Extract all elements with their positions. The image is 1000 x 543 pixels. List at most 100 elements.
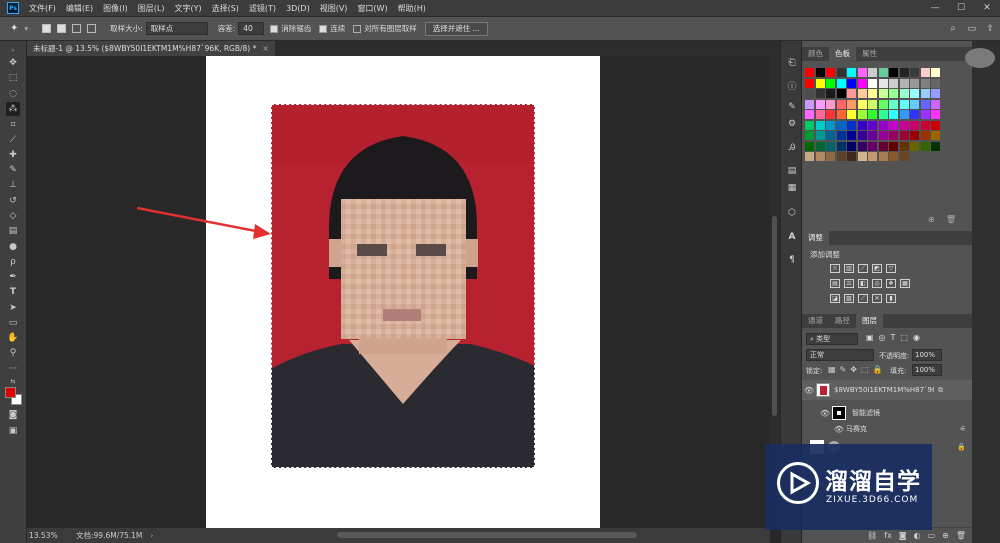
swatch[interactable] bbox=[815, 68, 825, 77]
swatch[interactable] bbox=[868, 99, 877, 109]
swatch[interactable] bbox=[836, 131, 846, 140]
zoom-icon[interactable]: ⚲ bbox=[6, 346, 20, 360]
swatch[interactable] bbox=[826, 78, 835, 88]
menu-filter[interactable]: 滤镜(T) bbox=[249, 3, 276, 14]
swatch[interactable] bbox=[889, 68, 898, 77]
swatch[interactable] bbox=[847, 99, 856, 109]
gradient-map-icon[interactable]: ▮ bbox=[886, 294, 896, 303]
black-white-icon[interactable]: ◧ bbox=[858, 279, 868, 288]
swatch[interactable] bbox=[899, 89, 909, 98]
swatch[interactable] bbox=[878, 78, 888, 88]
intersect-selection-icon[interactable] bbox=[87, 24, 97, 33]
swatch[interactable] bbox=[857, 99, 867, 109]
swatch[interactable] bbox=[889, 141, 898, 151]
eraser-icon[interactable]: ◇ bbox=[6, 209, 20, 223]
swatch[interactable] bbox=[920, 120, 930, 130]
blur-icon[interactable]: ● bbox=[6, 240, 20, 254]
color-lookup-icon[interactable]: ▦ bbox=[900, 279, 910, 288]
status-arrow-icon[interactable]: › bbox=[150, 531, 153, 540]
antialias-checkbox[interactable] bbox=[270, 24, 279, 33]
visibility-eye-icon[interactable]: 👁 bbox=[818, 409, 832, 418]
magic-wand-preset-icon[interactable]: ✦ bbox=[10, 23, 18, 34]
workspace-icon[interactable]: ▭ bbox=[967, 24, 976, 34]
brush-settings-icon[interactable]: ✎ bbox=[786, 101, 798, 113]
lasso-icon[interactable]: ◌ bbox=[6, 87, 20, 101]
swatch[interactable] bbox=[878, 89, 888, 98]
pen-icon[interactable]: ✒ bbox=[6, 270, 20, 284]
swatch[interactable] bbox=[847, 110, 856, 119]
paragraph-panel-icon[interactable]: ¶ bbox=[786, 254, 798, 266]
tab-adjustments[interactable]: 调整 bbox=[802, 231, 829, 245]
swatch[interactable] bbox=[868, 68, 877, 77]
menu-select[interactable]: 选择(S) bbox=[212, 3, 239, 14]
color-balance-icon[interactable]: ⚖ bbox=[844, 279, 854, 288]
layer-row-mosaic[interactable]: 👁 马赛克 ⚟ bbox=[802, 422, 972, 436]
swatch[interactable] bbox=[899, 110, 909, 119]
new-adjustment-icon[interactable]: ◐ bbox=[914, 531, 921, 540]
all-layers-checkbox[interactable] bbox=[353, 24, 362, 33]
new-swatch-icon[interactable]: ⊕ bbox=[928, 215, 935, 224]
swatch[interactable] bbox=[920, 89, 930, 98]
swatch[interactable] bbox=[815, 141, 825, 151]
swatch[interactable] bbox=[836, 99, 846, 109]
channel-mixer-icon[interactable]: ❖ bbox=[886, 279, 896, 288]
tolerance-input[interactable]: 40 bbox=[238, 22, 265, 35]
swatch[interactable] bbox=[857, 131, 867, 140]
swatch[interactable] bbox=[920, 68, 930, 77]
select-and-mask-button[interactable]: 选择并遮住 ... bbox=[424, 21, 488, 36]
swatch[interactable] bbox=[847, 89, 856, 98]
swatch[interactable] bbox=[878, 68, 888, 77]
swatch[interactable] bbox=[815, 131, 825, 140]
creative-cloud-icon[interactable] bbox=[965, 48, 995, 68]
horizontal-scrollbar[interactable] bbox=[337, 532, 637, 538]
zoom-level[interactable]: 13.53% bbox=[29, 531, 71, 540]
canvas-area[interactable] bbox=[27, 56, 770, 528]
swatch[interactable] bbox=[889, 78, 898, 88]
swatch[interactable] bbox=[878, 120, 888, 130]
swatch[interactable] bbox=[826, 141, 835, 151]
swatch[interactable] bbox=[910, 78, 919, 88]
levels-icon[interactable]: ▥ bbox=[844, 264, 854, 273]
swatch[interactable] bbox=[889, 89, 898, 98]
swatch[interactable] bbox=[878, 99, 888, 109]
swatch[interactable] bbox=[931, 141, 940, 151]
swatch[interactable] bbox=[931, 131, 940, 140]
swatch[interactable] bbox=[815, 110, 825, 119]
swatch[interactable] bbox=[878, 152, 888, 161]
swatch[interactable] bbox=[899, 120, 909, 130]
document-canvas[interactable] bbox=[206, 56, 600, 528]
swatch[interactable] bbox=[847, 68, 856, 77]
opacity-input[interactable]: 100% bbox=[912, 349, 942, 361]
swatch[interactable] bbox=[910, 131, 919, 140]
type-icon[interactable]: T bbox=[6, 285, 20, 299]
preset-dropdown-icon[interactable]: ▾ bbox=[24, 24, 28, 33]
swatch[interactable] bbox=[815, 89, 825, 98]
swatch[interactable] bbox=[847, 78, 856, 88]
swatch[interactable] bbox=[920, 99, 930, 109]
swatch[interactable] bbox=[868, 120, 877, 130]
swatch[interactable] bbox=[868, 141, 877, 151]
brush-icon[interactable]: ✎ bbox=[6, 163, 20, 177]
new-selection-icon[interactable] bbox=[42, 24, 52, 33]
swatch[interactable] bbox=[910, 141, 919, 151]
swatch[interactable] bbox=[847, 120, 856, 130]
swatch[interactable] bbox=[836, 89, 846, 98]
sample-size-select[interactable]: 取样点 bbox=[145, 22, 208, 35]
menu-image[interactable]: 图像(I) bbox=[103, 3, 128, 14]
dodge-icon[interactable]: ρ bbox=[6, 255, 20, 269]
swatch[interactable] bbox=[805, 110, 814, 119]
swatch[interactable] bbox=[878, 131, 888, 140]
swatch[interactable] bbox=[836, 141, 846, 151]
photo-filter-icon[interactable]: ◎ bbox=[872, 279, 882, 288]
fill-input[interactable]: 100% bbox=[912, 364, 942, 376]
swatch[interactable] bbox=[868, 78, 877, 88]
healing-brush-icon[interactable]: ✚ bbox=[6, 148, 20, 162]
lock-icons[interactable]: ▦✎✥⬚🔒 bbox=[828, 365, 886, 374]
swatch[interactable] bbox=[815, 78, 825, 88]
swatch[interactable] bbox=[857, 152, 867, 161]
swatch[interactable] bbox=[826, 89, 835, 98]
menu-layer[interactable]: 图层(L) bbox=[138, 3, 165, 14]
swatch[interactable] bbox=[826, 110, 835, 119]
swatch[interactable] bbox=[805, 141, 814, 151]
new-group-icon[interactable]: ▭ bbox=[928, 531, 936, 540]
